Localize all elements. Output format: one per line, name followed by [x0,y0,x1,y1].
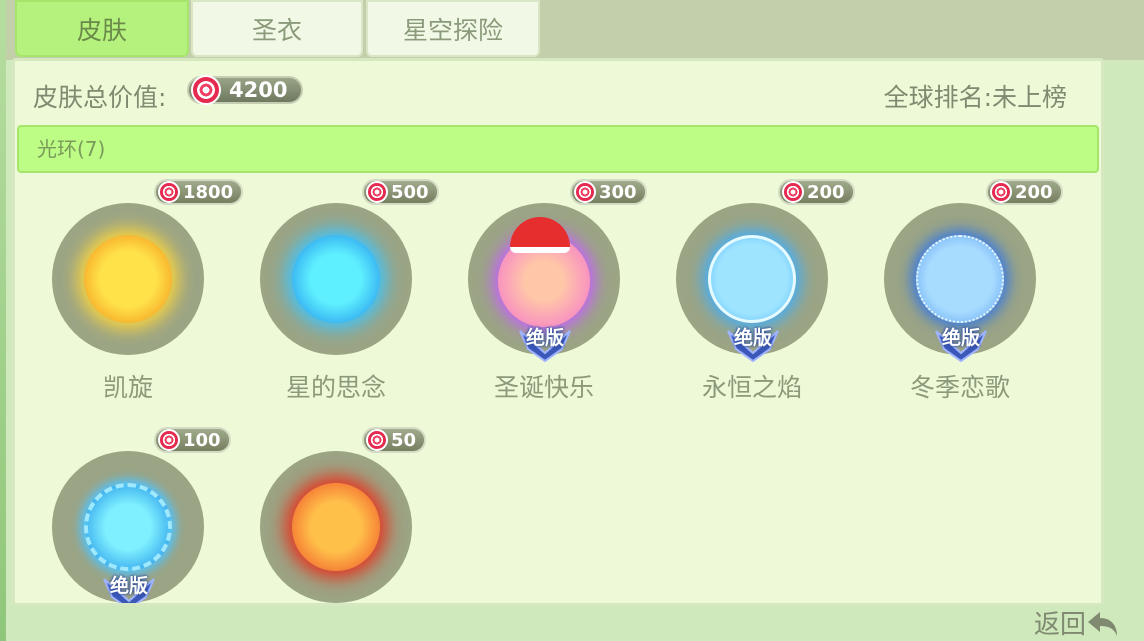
tab-saint-cloth[interactable]: 圣衣 [191,0,363,57]
total-value-pill: 4200 [187,75,303,105]
tab-star-explore[interactable]: 星空探险 [366,0,540,57]
skin-item-winter-song[interactable]: 绝版 200 冬季恋歌 [864,179,1074,413]
limited-badge: 绝版 [718,323,788,363]
item-name: 凯旋 [102,373,153,402]
halo-orb-flame [292,483,380,571]
item-name: 星的思念 [285,373,386,402]
limited-badge: 绝版 [926,323,996,363]
candy-icon [366,181,388,203]
back-arrow-icon [1088,611,1117,636]
price-tag: 300 [570,179,647,205]
badge-text: 绝版 [109,575,148,597]
price-value: 200 [807,181,845,203]
global-rank: 全球排名:未上榜 [883,83,1067,112]
item-name: 冬季恋歌 [909,373,1010,402]
price-tag: 500 [362,179,439,205]
skin-item-flame-sun[interactable]: 50 [240,427,450,603]
skin-item-kaixuan[interactable]: 1800 凯旋 [32,179,244,413]
back-label: 返回 [1033,610,1086,640]
candy-icon [990,181,1012,203]
candy-icon [191,75,221,105]
skin-item-ice-sun[interactable]: 绝版 100 [32,427,242,603]
badge-text: 绝版 [941,327,980,349]
skin-item-eternal-flame[interactable]: 绝版 200 永恒之焰 [656,179,866,413]
candy-icon [366,429,388,451]
halo-orb-sky [708,235,796,323]
price-value: 100 [183,429,221,451]
skin-item-merry-christmas[interactable]: 绝版 300 圣诞快乐 [448,179,658,413]
badge-text: 绝版 [733,327,772,349]
total-value-label: 皮肤总价值: [33,83,167,112]
badge-text: 绝版 [525,327,564,349]
skin-item-star-memory[interactable]: 500 星的思念 [240,179,450,413]
limited-badge: 绝版 [510,323,580,363]
halo-orb-cyan [292,235,380,323]
category-halo[interactable]: 光环(7) [17,125,1099,173]
price-value: 500 [391,181,429,203]
price-value: 300 [599,181,637,203]
candy-icon [158,181,180,203]
limited-badge: 绝版 [94,571,164,603]
price-value: 1800 [183,181,234,203]
candy-icon [782,181,804,203]
candy-icon [574,181,596,203]
price-tag: 200 [778,179,855,205]
halo-orb-gold [84,235,172,323]
halo-orb-ice-sun [84,483,172,571]
price-value: 50 [391,429,417,451]
tab-skin[interactable]: 皮肤 [15,0,189,57]
item-name: 圣诞快乐 [493,373,594,402]
back-button[interactable]: 返回 [1034,604,1120,641]
halo-orb-frost [916,235,1004,323]
left-edge [0,0,6,641]
price-value: 200 [1015,181,1053,203]
candy-icon [158,429,180,451]
price-tag: 1800 [154,179,244,205]
price-tag: 100 [154,427,231,453]
price-tag: 50 [362,427,427,453]
value-bar: 皮肤总价值: 4200 全球排名:未上榜 [15,61,1101,123]
total-value: 4200 [229,78,288,102]
price-tag: 200 [986,179,1063,205]
item-name: 永恒之焰 [701,373,802,402]
skin-panel: 皮肤总价值: 4200 全球排名:未上榜 光环(7) 1800 凯旋 500 星… [12,58,1104,606]
